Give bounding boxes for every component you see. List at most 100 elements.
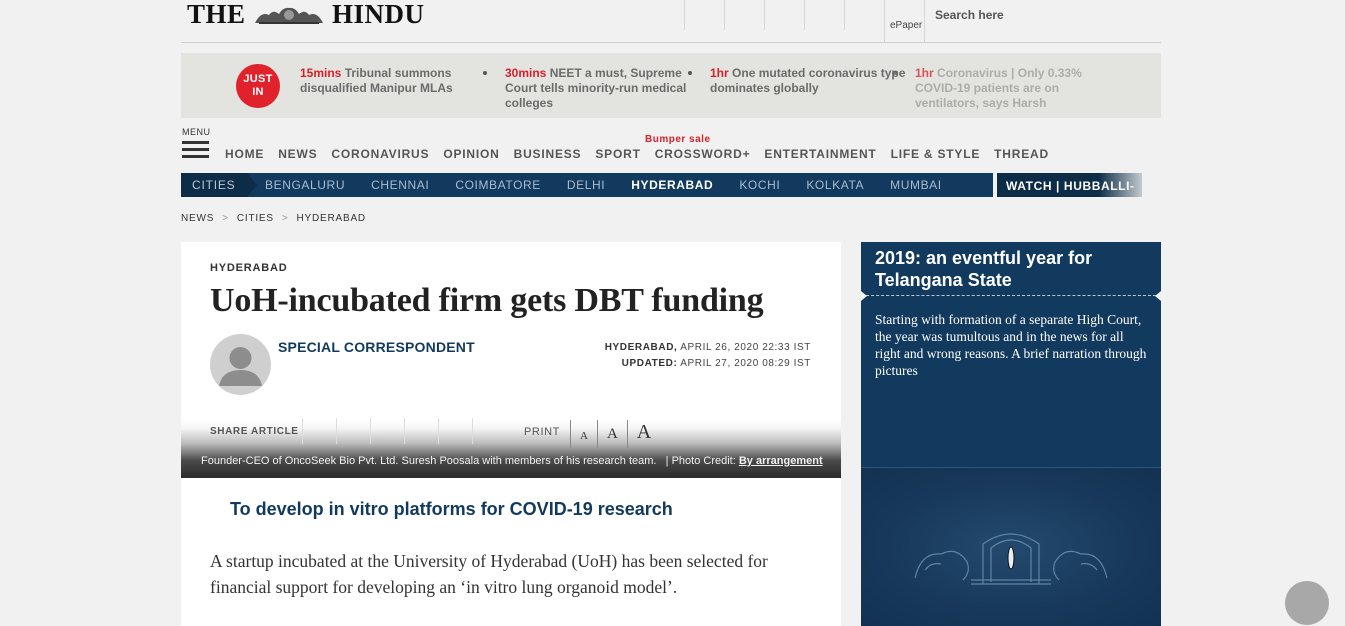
ticker-item[interactable]: 1hr Coronavirus | Only 0.33% COVID-19 pa… [893,66,1120,111]
just-in-ticker: JUST IN 15mins Tribunal summons disquali… [181,53,1161,118]
nav-item-home[interactable]: HOME [225,147,264,161]
updated-date: APRIL 27, 2020 08:29 IST [680,358,811,369]
updated-label: UPDATED: [621,358,678,369]
city-mumbai[interactable]: MUMBAI [890,178,942,192]
share-button[interactable] [472,418,506,444]
caption-text: Founder-CEO of OncoSeek Bio Pvt. Ltd. Su… [201,455,657,467]
ticker-list: 15mins Tribunal summons disqualified Man… [300,66,1120,111]
share-button[interactable] [438,418,472,444]
photo-credit-label: | Photo Credit: [665,455,736,467]
font-size-medium-button[interactable]: A [596,420,627,448]
bullet-icon [483,71,487,75]
share-button[interactable] [370,418,404,444]
updated-line: UPDATED: APRIL 27, 2020 08:29 IST [605,356,811,372]
nav-item-opinion[interactable]: OPINION [443,147,499,161]
city-delhi[interactable]: DELHI [567,178,605,192]
header-slot[interactable] [724,0,764,30]
nav-item-life-style[interactable]: LIFE & STYLE [891,147,981,161]
bullet-icon [893,71,897,75]
city-kochi[interactable]: KOCHI [739,178,780,192]
article-card: HYDERABAD UoH-incubated firm gets DBT fu… [181,242,841,626]
bullet-icon [688,71,692,75]
nav-item-business[interactable]: BUSINESS [514,147,582,161]
person-icon [219,347,262,386]
font-size-large-button[interactable]: A [626,420,660,448]
logo-text-left: THE [187,0,246,29]
header-slot[interactable] [804,0,844,30]
cities-tag[interactable]: CITIES [181,173,257,197]
logo-emblem-icon [254,7,323,24]
side-divider [861,291,1161,301]
side-panel-image [861,467,1161,626]
photo-credit-link[interactable]: By arrangement [739,455,823,467]
dateline-place: HYDERABAD, [604,342,678,353]
menu-button[interactable]: MENU [182,127,210,162]
city-links: BENGALURU CHENNAI COIMBATORE DELHI HYDER… [265,178,968,192]
state-emblem-icon [914,533,1108,585]
share-button[interactable] [404,418,438,444]
ticker-time: 1hr [915,66,934,80]
published-line: HYDERABAD, APRIL 26, 2020 22:33 IST [605,340,811,356]
article-subhead: To develop in vitro platforms for COVID-… [230,499,673,519]
nav-item-news[interactable]: NEWS [278,147,317,161]
just-in-badge: JUST IN [236,64,280,108]
breadcrumb-separator-icon: > [222,213,229,224]
hamburger-icon [182,141,210,158]
ticker-time: 1hr [710,66,729,80]
header-slot[interactable] [684,0,724,30]
header-slot[interactable] [844,0,884,30]
ticker-text: Coronavirus | Only 0.33% COVID-19 patien… [915,66,1082,110]
nav-item-entertainment[interactable]: ENTERTAINMENT [764,147,876,161]
site-logo[interactable]: THE HINDU [187,0,425,28]
print-button[interactable]: PRINT [524,426,560,438]
ticker-item[interactable]: 1hr One mutated coronavirus type dominat… [688,66,915,111]
breadcrumb-cities[interactable]: CITIES [237,213,274,224]
article-section-label[interactable]: HYDERABAD [210,262,287,274]
photo-caption: Founder-CEO of OncoSeek Bio Pvt. Ltd. Su… [201,455,823,467]
share-buttons [302,418,506,444]
photo-story-panel[interactable]: 2019: an eventful year for Telangana Sta… [861,242,1161,626]
search-input[interactable] [925,0,1161,30]
share-article-label: SHARE ARTICLE [210,426,299,437]
font-size-controls: A A A [570,420,660,448]
main-nav: HOME NEWS CORONAVIRUS OPINION BUSINESS S… [225,147,1063,161]
bumper-sale-label[interactable]: Bumper sale [645,134,711,145]
epaper-link[interactable]: ePaper [884,0,924,43]
article-headline: UoH-incubated firm gets DBT funding [210,282,764,319]
author-name[interactable]: SPECIAL CORRESPONDENT [278,339,475,355]
nav-item-coronavirus[interactable]: CORONAVIRUS [331,147,429,161]
side-panel-description: Starting with formation of a separate Hi… [875,312,1147,378]
breadcrumb-separator-icon: > [281,213,289,224]
nav-item-crossword[interactable]: CROSSWORD+ [655,147,751,161]
font-size-small-button[interactable]: A [570,420,597,448]
city-hyderabad[interactable]: HYDERABAD [631,178,713,192]
breadcrumb: NEWS > CITIES > HYDERABAD [181,213,366,224]
nav-item-thread[interactable]: THREAD [994,147,1049,161]
cities-bar: CITIES BENGALURU CHENNAI COIMBATORE DELH… [181,173,993,197]
ticker-item[interactable]: 30mins NEET a must, Supreme Court tells … [483,66,710,111]
menu-label: MENU [182,127,211,137]
ticker-item[interactable]: 15mins Tribunal summons disqualified Man… [300,66,505,111]
share-button[interactable] [336,418,370,444]
city-coimbatore[interactable]: COIMBATORE [455,178,541,192]
city-chennai[interactable]: CHENNAI [371,178,429,192]
breadcrumb-news[interactable]: NEWS [181,213,214,224]
logo-text-right: HINDU [332,0,425,29]
article-dates: HYDERABAD, APRIL 26, 2020 22:33 IST UPDA… [605,340,811,372]
search-box [924,0,1161,43]
nav-item-sport[interactable]: SPORT [595,147,640,161]
ticker-time: 15mins [300,66,342,80]
watch-banner[interactable]: WATCH | HUBBALLI- [997,173,1142,197]
author-avatar [210,334,271,395]
city-kolkata[interactable]: KOLKATA [806,178,864,192]
share-button[interactable] [302,418,336,444]
published-date: APRIL 26, 2020 22:33 IST [680,342,811,353]
header-slot[interactable] [764,0,804,30]
city-bengaluru[interactable]: BENGALURU [265,178,345,192]
side-panel-title: 2019: an eventful year for Telangana Sta… [875,248,1093,290]
header-icon-slots [684,0,884,30]
breadcrumb-hyderabad[interactable]: HYDERABAD [297,213,366,224]
floating-action-button[interactable] [1285,581,1329,625]
ticker-time: 30mins [505,66,547,80]
masthead: THE HINDU ePaper [181,0,1161,43]
